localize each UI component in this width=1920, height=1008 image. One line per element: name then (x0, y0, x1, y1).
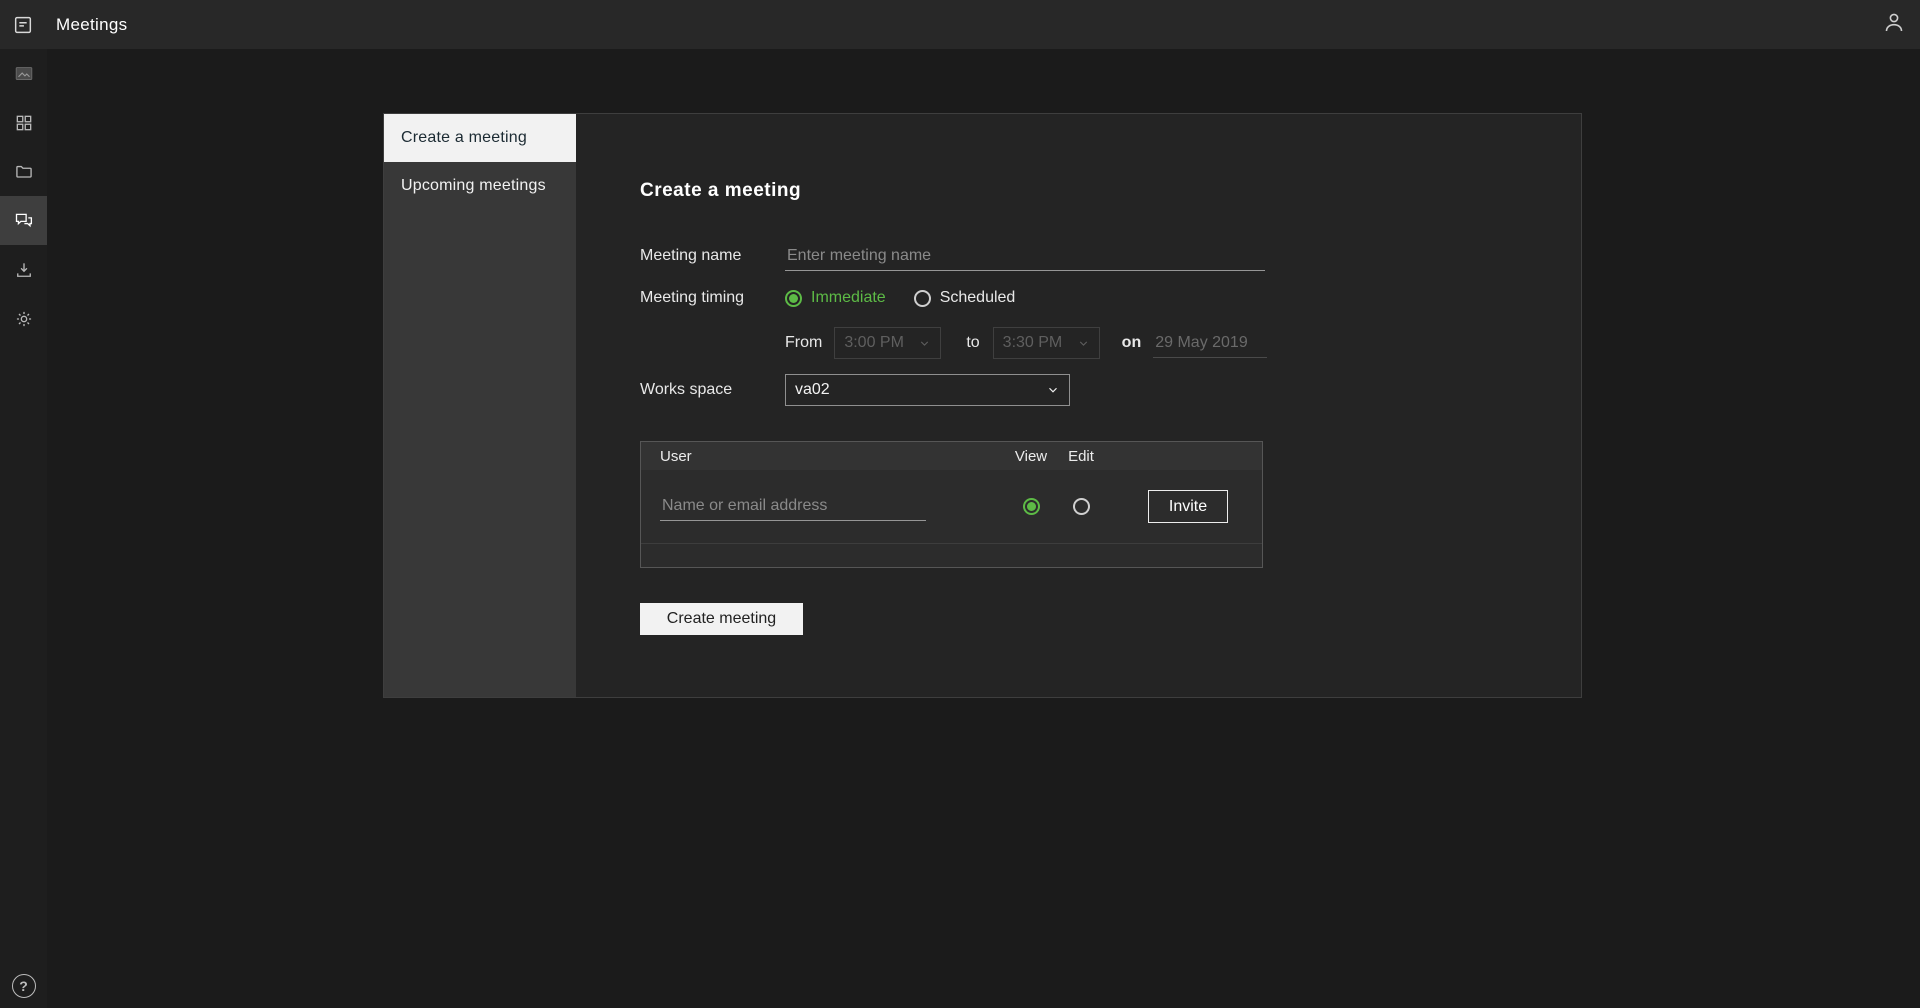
topbar: Meetings (0, 0, 1920, 49)
sidebar: ? (0, 49, 47, 1008)
page-title: Meetings (56, 14, 128, 34)
form-heading: Create a meeting (640, 180, 802, 201)
user-column-header: User (660, 447, 692, 465)
view-column-header: View (1014, 447, 1048, 465)
help-icon[interactable]: ? (11, 974, 36, 998)
on-label: on (1121, 334, 1142, 351)
sidebar-item-files[interactable] (0, 147, 47, 196)
chevron-down-icon (1046, 383, 1060, 397)
tab-upcoming-meetings[interactable]: Upcoming meetings (384, 162, 576, 210)
workspace-value: va02 (795, 381, 830, 398)
from-time-value: 3:00 PM (844, 334, 904, 351)
help-glyph: ? (19, 978, 28, 994)
workspace-row: Works space va02 (640, 374, 1070, 406)
from-label: From (785, 334, 823, 351)
tab-create-meeting[interactable]: Create a meeting (384, 114, 576, 162)
create-meeting-button[interactable]: Create meeting (640, 603, 803, 635)
immediate-radio[interactable] (785, 289, 802, 307)
to-time-select[interactable]: 3:30 PM (992, 327, 1100, 359)
user-profile-icon[interactable] (1882, 10, 1906, 34)
scheduled-radio-label[interactable]: Scheduled (940, 289, 1016, 307)
immediate-radio-label[interactable]: Immediate (811, 289, 886, 307)
view-permission-radio[interactable] (1022, 498, 1040, 515)
to-time-value: 3:30 PM (1002, 334, 1063, 351)
invite-button[interactable]: Invite (1148, 490, 1228, 523)
date-field[interactable]: 29 May 2019 (1153, 329, 1268, 358)
invite-row: Invite (641, 470, 1262, 544)
meeting-timing-label: Meeting timing (640, 289, 745, 306)
sidebar-item-workspace-thumbnail[interactable] (0, 49, 47, 98)
invite-table-header: User View Edit (641, 442, 1262, 470)
invite-user-input[interactable] (660, 492, 926, 521)
to-label: to (966, 334, 980, 351)
schedule-row: From 3:00 PM to 3:30 PM on 29 May 2019 (785, 327, 1268, 359)
sidebar-item-apps[interactable] (0, 98, 47, 147)
edit-column-header: Edit (1068, 447, 1094, 465)
from-time-select[interactable]: 3:00 PM (834, 327, 942, 359)
meetings-subnav: Create a meeting Upcoming meetings (384, 114, 576, 697)
scheduled-radio[interactable] (913, 289, 931, 307)
workspace-label: Works space (640, 381, 733, 398)
workspace-select[interactable]: va02 (785, 374, 1070, 406)
chevron-down-icon (918, 337, 931, 350)
meeting-name-label: Meeting name (640, 247, 742, 264)
sidebar-item-meetings[interactable] (0, 196, 47, 245)
invite-table: User View Edit Invite (640, 441, 1263, 568)
meetings-panel: Create a meeting Upcoming meetings Creat… (383, 113, 1582, 698)
chevron-down-icon (1077, 337, 1090, 350)
sidebar-item-downloads[interactable] (0, 245, 47, 294)
meeting-name-input[interactable] (785, 241, 1265, 271)
sidebar-item-settings[interactable] (0, 294, 47, 343)
meeting-timing-row: Meeting timing Immediate Scheduled (640, 282, 1015, 314)
meeting-name-row: Meeting name (640, 240, 1265, 272)
meeting-notes-icon[interactable] (12, 14, 34, 36)
edit-permission-radio[interactable] (1072, 498, 1090, 515)
